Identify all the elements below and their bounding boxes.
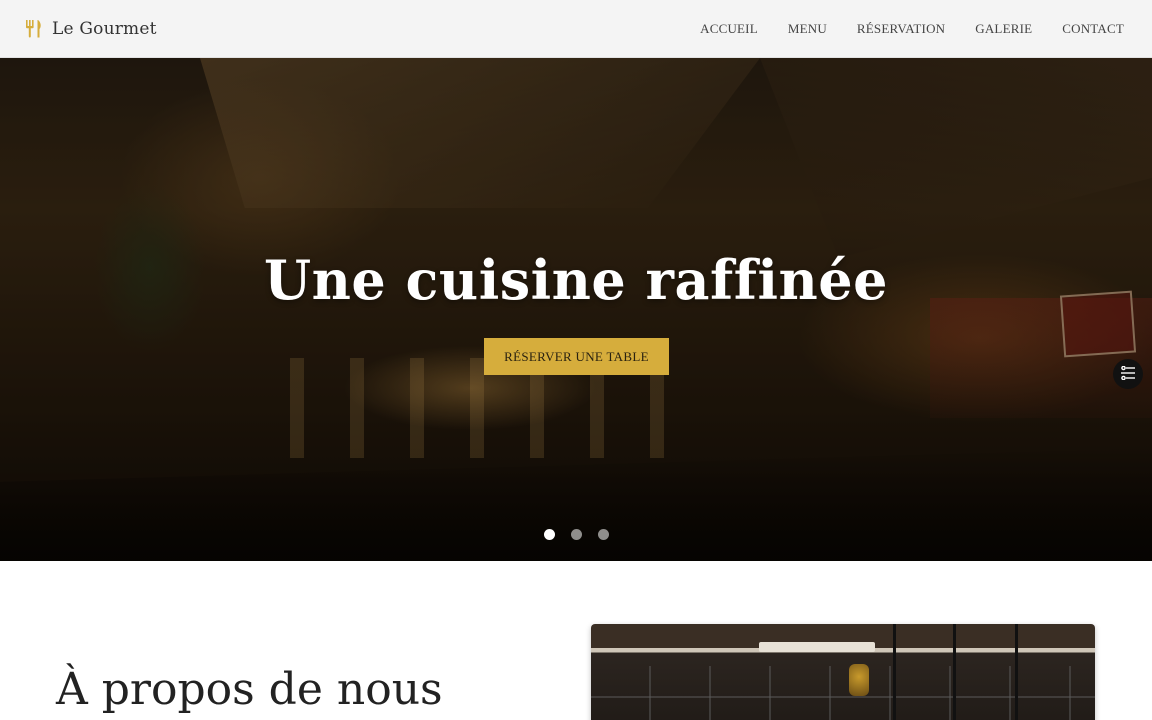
reserve-table-button[interactable]: RÉSERVER UNE TABLE xyxy=(484,338,669,375)
kitchen-hood-light xyxy=(759,642,875,652)
about-kitchen-image xyxy=(591,624,1095,720)
nav-reservation[interactable]: RÉSERVATION xyxy=(857,21,945,37)
hanging-cord xyxy=(953,624,956,720)
main-nav: ACCUEIL MENU RÉSERVATION GALERIE CONTACT xyxy=(700,21,1124,37)
brand-name: Le Gourmet xyxy=(52,18,157,39)
carousel-dot-3[interactable] xyxy=(597,529,609,540)
hanging-cord xyxy=(893,624,896,720)
settings-sliders-icon xyxy=(1120,365,1136,384)
carousel-dot-2[interactable] xyxy=(570,529,582,540)
site-header: Le Gourmet ACCUEIL MENU RÉSERVATION GALE… xyxy=(0,0,1152,58)
kitchen-jar xyxy=(849,664,869,696)
about-title: À propos de nous xyxy=(56,664,443,715)
hero-carousel: Une cuisine raffinée RÉSERVER UNE TABLE xyxy=(0,58,1152,561)
kitchen-tiles xyxy=(591,666,1095,720)
nav-contact[interactable]: CONTACT xyxy=(1062,21,1124,37)
carousel-dots xyxy=(0,529,1152,540)
brand[interactable]: Le Gourmet xyxy=(24,19,157,39)
floating-settings-button[interactable] xyxy=(1113,359,1143,389)
carousel-dot-1[interactable] xyxy=(543,529,555,540)
nav-accueil[interactable]: ACCUEIL xyxy=(700,21,758,37)
hero-title: Une cuisine raffinée xyxy=(264,248,888,312)
utensils-icon xyxy=(24,19,44,39)
hanging-cord xyxy=(1015,624,1018,720)
nav-menu[interactable]: MENU xyxy=(788,21,827,37)
nav-galerie[interactable]: GALERIE xyxy=(975,21,1032,37)
